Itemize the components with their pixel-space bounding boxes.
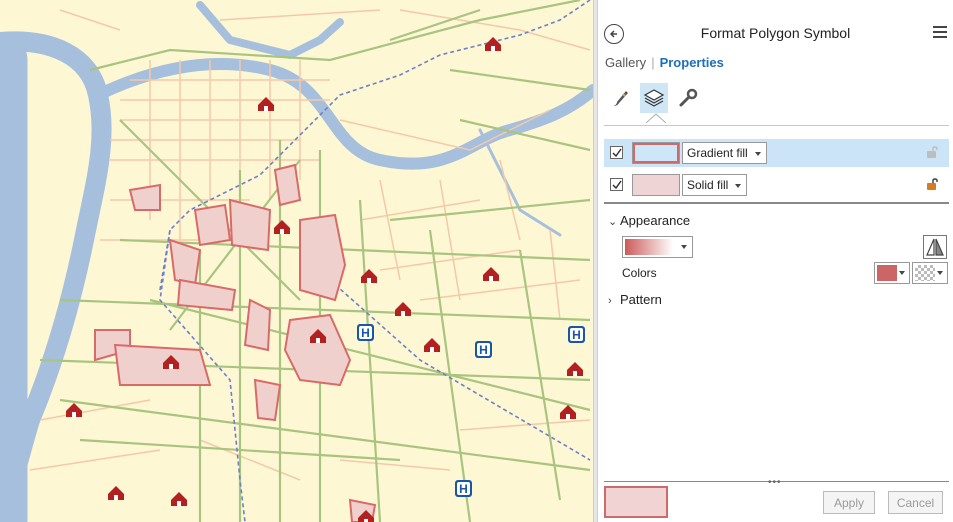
colors-label: Colors: [622, 266, 657, 280]
svg-text:H: H: [459, 482, 468, 496]
layer-visibility-checkbox[interactable]: [610, 178, 623, 191]
map-canvas[interactable]: H H H H: [0, 0, 593, 522]
divider: [604, 202, 949, 204]
pattern-label: Pattern: [620, 292, 662, 307]
fill-type-dropdown[interactable]: Gradient fill: [682, 142, 767, 164]
layer-swatch[interactable]: [632, 142, 680, 164]
unlock-icon[interactable]: [925, 177, 939, 194]
svg-text:H: H: [572, 328, 581, 342]
sub-navigation: Gallery | Properties: [605, 55, 724, 70]
checkmark-icon: [612, 180, 622, 190]
wrench-icon[interactable]: [674, 83, 702, 113]
paintbrush-icon[interactable]: [606, 83, 634, 113]
appearance-label: Appearance: [620, 213, 691, 228]
symbol-preview: [604, 486, 668, 518]
fill-type-dropdown[interactable]: Solid fill: [682, 174, 748, 196]
unlock-icon[interactable]: [925, 145, 939, 162]
apply-button[interactable]: Apply: [823, 491, 875, 514]
chevron-right-icon: ›: [608, 295, 612, 307]
resize-grip[interactable]: •••: [768, 477, 782, 488]
tab-separator: |: [651, 55, 655, 70]
layer-visibility-checkbox[interactable]: [610, 146, 623, 159]
divider: [604, 125, 949, 126]
color-scheme-dropdown[interactable]: [622, 236, 693, 258]
tool-tabs: [606, 83, 716, 115]
color-1-button[interactable]: [874, 262, 910, 284]
layers-icon[interactable]: [640, 83, 668, 113]
tab-properties[interactable]: Properties: [660, 55, 724, 70]
fill-type-label: Gradient fill: [687, 146, 748, 160]
active-tab-pointer: [646, 113, 666, 123]
no-color-checker-icon: [915, 265, 935, 281]
menu-icon[interactable]: [933, 26, 947, 39]
tab-gallery[interactable]: Gallery: [605, 55, 646, 70]
appearance-section-header[interactable]: ⌄ Appearance: [608, 213, 690, 228]
flip-gradient-button[interactable]: [923, 235, 947, 259]
flip-icon: [926, 238, 944, 256]
symbol-layer-row[interactable]: Gradient fill: [604, 139, 949, 167]
layer-swatch[interactable]: [632, 174, 680, 196]
pane-header: Format Polygon Symbol: [598, 20, 953, 48]
cancel-button[interactable]: Cancel: [888, 491, 943, 514]
pane-title: Format Polygon Symbol: [700, 25, 851, 41]
svg-text:H: H: [479, 343, 488, 357]
checkmark-icon: [612, 148, 622, 158]
svg-text:H: H: [361, 326, 370, 340]
pattern-section-header[interactable]: › Pattern: [608, 292, 662, 307]
format-polygon-symbol-pane: Format Polygon Symbol Gallery | Properties…: [598, 0, 953, 522]
map-view[interactable]: H H H H: [0, 0, 593, 522]
symbol-layer-row[interactable]: Solid fill: [604, 171, 949, 199]
fill-type-label: Solid fill: [687, 178, 729, 192]
color-2-button[interactable]: [912, 262, 948, 284]
chevron-down-icon: ⌄: [608, 216, 618, 228]
